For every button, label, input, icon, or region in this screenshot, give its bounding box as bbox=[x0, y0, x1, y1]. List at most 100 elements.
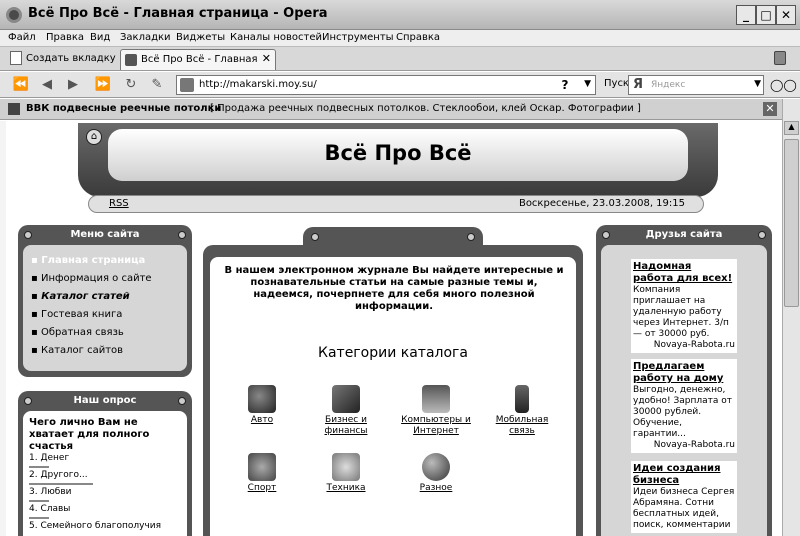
new-tab-button[interactable]: Создать вкладку bbox=[10, 51, 116, 65]
ad-title[interactable]: Предлагаем работу на дому bbox=[633, 361, 735, 385]
menu-item-about[interactable]: ▪ Информация о сайте bbox=[31, 273, 152, 284]
forward-icon[interactable]: ▶ bbox=[64, 77, 82, 93]
trash-icon[interactable] bbox=[774, 51, 786, 65]
tab-active[interactable]: Всё Про Всё - Главная с... ✕ bbox=[120, 49, 276, 70]
main-content: В нашем электронном журнале Вы найдете и… bbox=[210, 257, 576, 536]
intro-text: В нашем электронном журнале Вы найдете и… bbox=[224, 265, 564, 312]
close-tab-icon[interactable]: ✕ bbox=[262, 52, 271, 65]
ad-block[interactable]: Идеи создания бизнеса Идеи бизнеса Серге… bbox=[631, 461, 737, 533]
page-favicon-icon bbox=[125, 54, 137, 66]
menu-widgets[interactable]: Виджеты bbox=[176, 32, 225, 43]
info-bar: ВВК подвесные реечные потолки [ Продажа … bbox=[0, 99, 782, 120]
poll-option[interactable]: 2. Другого... bbox=[29, 470, 88, 480]
info-description: [ Продажа реечных подвесных потолков. Ст… bbox=[210, 103, 641, 114]
tab-title: Всё Про Всё - Главная с... bbox=[141, 54, 259, 65]
category-label: Компьютеры и Интернет bbox=[401, 415, 471, 436]
menu-feeds[interactable]: Каналы новостей bbox=[230, 32, 322, 43]
ad-block[interactable]: Предлагаем работу на дому Выгодно, денеж… bbox=[631, 359, 737, 453]
info-title[interactable]: ВВК подвесные реечные потолки bbox=[26, 103, 221, 114]
site-info-icon[interactable]: ? bbox=[557, 76, 573, 94]
poll-option[interactable]: 5. Семейного благополучия bbox=[29, 521, 161, 531]
address-url[interactable]: http://makarski.moy.su/ bbox=[199, 79, 317, 90]
scroll-up-icon[interactable]: ▲ bbox=[784, 121, 799, 135]
ad-title[interactable]: Надомная работа для всех! bbox=[633, 261, 735, 285]
category-technics[interactable]: Техника bbox=[306, 453, 386, 494]
poll-result-bar bbox=[29, 483, 93, 485]
back-icon[interactable]: ◀ bbox=[38, 77, 56, 93]
ad-block[interactable]: Надомная работа для всех! Компания пригл… bbox=[631, 259, 737, 353]
page-content: Всё Про Всё ⌂ RSS Воскресенье, 23.03.200… bbox=[6, 121, 782, 536]
category-mobile[interactable]: Мобильная связь bbox=[482, 385, 562, 437]
menu-item-guestbook[interactable]: ▪ Гостевая книга bbox=[31, 309, 122, 320]
menu-tools[interactable]: Инструменты bbox=[322, 32, 394, 43]
category-auto[interactable]: Авто bbox=[222, 385, 302, 426]
poll-result-bar bbox=[29, 517, 49, 519]
menu-edit[interactable]: Правка bbox=[46, 32, 84, 43]
poll-option[interactable]: 1. Денег bbox=[29, 453, 69, 463]
category-sport[interactable]: Спорт bbox=[222, 453, 302, 494]
window-title: Всё Про Всё - Главная страница - Opera bbox=[28, 6, 328, 21]
scrollbar-thumb[interactable] bbox=[784, 139, 799, 307]
site-icon bbox=[180, 78, 194, 92]
chevron-down-icon[interactable]: ▼ bbox=[584, 79, 591, 89]
menu-file[interactable]: Файл bbox=[8, 32, 36, 43]
menu-item-label: Каталог сайтов bbox=[40, 345, 124, 356]
friends-body: Надомная работа для всех! Компания пригл… bbox=[601, 245, 767, 536]
category-computers[interactable]: Компьютеры и Интернет bbox=[396, 385, 476, 437]
poll-panel: Наш опрос Чего лично Вам не хватает для … bbox=[18, 391, 192, 536]
vertical-scrollbar[interactable]: ▲ bbox=[782, 99, 800, 536]
close-button[interactable]: ✕ bbox=[776, 5, 796, 25]
menu-view[interactable]: Вид bbox=[90, 32, 110, 43]
opera-logo-icon bbox=[6, 7, 22, 23]
ad-title[interactable]: Идеи создания бизнеса bbox=[633, 463, 735, 487]
panel-dot-icon bbox=[467, 233, 475, 241]
tab-bar: Создать вкладку Всё Про Всё - Главная с.… bbox=[0, 47, 800, 71]
globe-icon bbox=[422, 453, 450, 481]
poll-title: Наш опрос bbox=[73, 395, 137, 406]
computer-icon bbox=[422, 385, 450, 413]
poll-result-bar bbox=[29, 466, 49, 468]
menu-item-home[interactable]: ▪ Главная страница bbox=[31, 255, 145, 266]
rewind-icon[interactable]: ⏪ bbox=[12, 77, 30, 93]
date-bar: RSS Воскресенье, 23.03.2008, 19:15 bbox=[88, 195, 704, 213]
panel-dot-icon bbox=[311, 233, 319, 241]
header-panel: Всё Про Всё bbox=[108, 129, 688, 181]
search-field[interactable]: Я Яндекс ▼ bbox=[628, 75, 764, 95]
fast-forward-icon[interactable]: ⏩ bbox=[94, 77, 112, 93]
home-icon[interactable]: ⌂ bbox=[86, 129, 102, 145]
address-bar[interactable]: http://makarski.moy.su/ ? ▼ bbox=[176, 75, 596, 95]
edit-icon[interactable]: ✎ bbox=[148, 77, 166, 93]
category-label: Спорт bbox=[247, 483, 277, 493]
category-business[interactable]: Бизнес и финансы bbox=[306, 385, 386, 437]
friends-panel: Друзья сайта Надомная работа для всех! К… bbox=[596, 225, 772, 536]
menu-item-label: Главная страница bbox=[41, 255, 146, 266]
menu-item-feedback[interactable]: ▪ Обратная связь bbox=[31, 327, 124, 338]
ad-icon bbox=[8, 103, 20, 115]
view-glasses-icon[interactable]: ◯◯ bbox=[770, 78, 797, 92]
reload-icon[interactable]: ↻ bbox=[122, 77, 140, 93]
close-icon[interactable]: ✕ bbox=[763, 102, 777, 116]
friends-title: Друзья сайта bbox=[645, 229, 723, 240]
menu-help[interactable]: Справка bbox=[396, 32, 440, 43]
poll-result-bar bbox=[29, 500, 49, 502]
trophy-icon bbox=[248, 453, 276, 481]
go-button[interactable]: Пуск bbox=[604, 78, 629, 89]
minimize-button[interactable]: _ bbox=[736, 5, 756, 25]
category-misc[interactable]: Разное bbox=[396, 453, 476, 494]
ad-source: Novaya-Rabota.ru bbox=[653, 340, 735, 350]
new-tab-label: Создать вкладку bbox=[26, 53, 116, 64]
category-label: Техника bbox=[326, 483, 366, 493]
rss-link[interactable]: RSS bbox=[109, 198, 129, 209]
site-menu-body: ▪ Главная страница ▪ Информация о сайте … bbox=[23, 245, 187, 371]
poll-option[interactable]: 3. Любви bbox=[29, 487, 72, 497]
maximize-button[interactable]: □ bbox=[756, 5, 776, 25]
menu-item-articles[interactable]: ▪ Каталог статей bbox=[31, 291, 130, 302]
category-label: Бизнес и финансы bbox=[324, 415, 368, 436]
menu-bookmarks[interactable]: Закладки bbox=[120, 32, 171, 43]
category-label: Мобильная связь bbox=[495, 415, 549, 436]
menu-item-sites[interactable]: ▪ Каталог сайтов bbox=[31, 345, 123, 356]
poll-option[interactable]: 4. Славы bbox=[29, 504, 70, 514]
category-label: Разное bbox=[419, 483, 453, 493]
menu-item-label: Обратная связь bbox=[40, 327, 124, 338]
search-dropdown-icon[interactable]: ▼ bbox=[754, 79, 761, 89]
